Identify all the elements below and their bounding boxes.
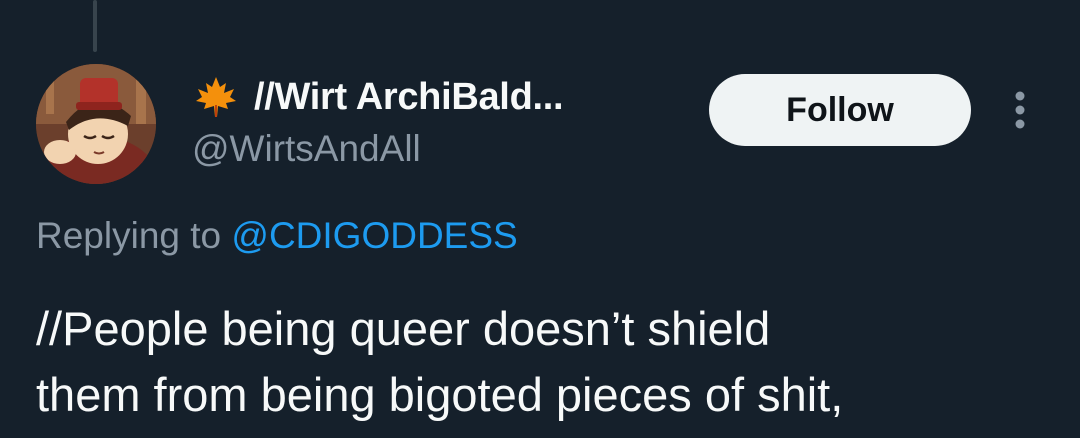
display-name-row[interactable]: //Wirt ArchiBald... — [192, 70, 564, 124]
more-options-button[interactable] — [1000, 86, 1040, 134]
author-info: //Wirt ArchiBald... @WirtsAndAll — [192, 70, 564, 170]
maple-leaf-icon — [196, 77, 236, 117]
replying-to-label: Replying to — [36, 215, 222, 256]
more-vertical-icon — [1015, 91, 1025, 129]
avatar-image — [36, 64, 156, 184]
avatar[interactable] — [36, 64, 156, 184]
tweet-text: //People being queer doesn’t shield them… — [36, 296, 1056, 428]
user-handle[interactable]: @WirtsAndAll — [192, 128, 563, 170]
tweet-text-line: them from being bigoted pieces of shit, — [36, 368, 844, 421]
reply-mention-link[interactable]: @CDIGODDESS — [231, 215, 517, 256]
thread-connector-line — [93, 0, 97, 52]
follow-button[interactable]: Follow — [709, 74, 971, 146]
display-name: //Wirt ArchiBald... — [254, 75, 564, 118]
tweet-text-line: //People being queer doesn’t shield — [36, 302, 771, 355]
replying-to: Replying to @CDIGODDESS — [36, 215, 518, 257]
